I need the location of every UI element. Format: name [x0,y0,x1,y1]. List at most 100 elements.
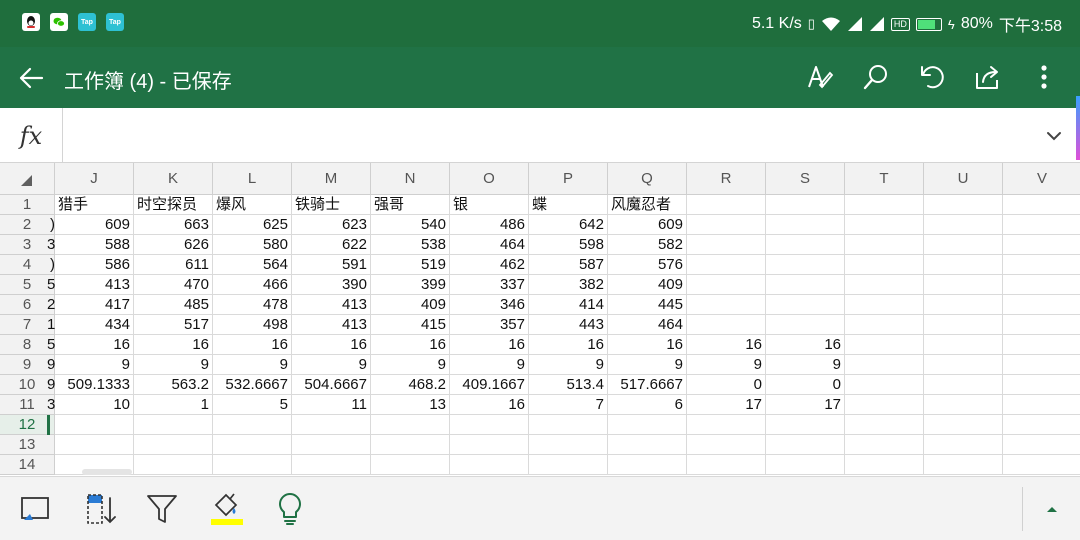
cell-r8[interactable]: 16 [687,335,766,355]
cell-s1[interactable] [766,195,845,215]
cell-o14[interactable] [450,455,529,475]
cell-r10[interactable]: 0 [687,375,766,395]
cell-k8[interactable]: 16 [134,335,213,355]
fill-color-button[interactable] [204,489,248,529]
cell-t3[interactable] [845,235,924,255]
cell-s3[interactable] [766,235,845,255]
cell-r6[interactable] [687,295,766,315]
cell-u9[interactable] [924,355,1003,375]
cell-t7[interactable] [845,315,924,335]
cell-r9[interactable]: 9 [687,355,766,375]
cell-u8[interactable] [924,335,1003,355]
cell-j12[interactable] [55,415,134,435]
cell-u2[interactable] [924,215,1003,235]
cell-p12[interactable] [529,415,608,435]
cell-r5[interactable] [687,275,766,295]
cell-p9[interactable]: 9 [529,355,608,375]
cell-p2[interactable]: 642 [529,215,608,235]
cell-r3[interactable] [687,235,766,255]
cell-p11[interactable]: 7 [529,395,608,415]
cell-t9[interactable] [845,355,924,375]
cell-q7[interactable]: 464 [608,315,687,335]
cell-r13[interactable] [687,435,766,455]
cell-k2[interactable]: 663 [134,215,213,235]
cell-v4[interactable] [1003,255,1080,275]
column-header-s[interactable]: S [766,163,845,195]
cell-u3[interactable] [924,235,1003,255]
cell-o9[interactable]: 9 [450,355,529,375]
cell-r4[interactable] [687,255,766,275]
cell-p4[interactable]: 587 [529,255,608,275]
column-header-n[interactable]: N [371,163,450,195]
cell-v7[interactable] [1003,315,1080,335]
expand-formula-button[interactable] [1044,126,1064,146]
cell-v3[interactable] [1003,235,1080,255]
cell-k9[interactable]: 9 [134,355,213,375]
cell-n11[interactable]: 13 [371,395,450,415]
cell-m10[interactable]: 504.6667 [292,375,371,395]
cell-o10[interactable]: 409.1667 [450,375,529,395]
cell-v1[interactable] [1003,195,1080,215]
cell-t5[interactable] [845,275,924,295]
cell-r12[interactable] [687,415,766,435]
cell-m7[interactable]: 413 [292,315,371,335]
cell-m5[interactable]: 390 [292,275,371,295]
cell-q1[interactable]: 风魔忍者 [608,195,687,215]
cell-m8[interactable]: 16 [292,335,371,355]
cell-v13[interactable] [1003,435,1080,455]
cell-t12[interactable] [845,415,924,435]
cell-t6[interactable] [845,295,924,315]
share-button[interactable] [970,59,1006,95]
filter-button[interactable] [140,489,184,529]
cell-s7[interactable] [766,315,845,335]
cell-p3[interactable]: 598 [529,235,608,255]
cell-p1[interactable]: 蝶 [529,195,608,215]
cell-t8[interactable] [845,335,924,355]
cell-s8[interactable]: 16 [766,335,845,355]
cell-k7[interactable]: 517 [134,315,213,335]
cell-k1[interactable]: 时空探员 [134,195,213,215]
row-header-14[interactable]: 14 [0,455,55,475]
ideas-button[interactable] [268,489,312,529]
cell-l1[interactable]: 爆风 [213,195,292,215]
cell-q2[interactable]: 609 [608,215,687,235]
select-all-corner[interactable] [0,163,55,195]
cell-m11[interactable]: 11 [292,395,371,415]
cell-m9[interactable]: 9 [292,355,371,375]
cell-r7[interactable] [687,315,766,335]
cell-r11[interactable]: 17 [687,395,766,415]
cell-s2[interactable] [766,215,845,235]
cell-v2[interactable] [1003,215,1080,235]
cell-u12[interactable] [924,415,1003,435]
cell-n9[interactable]: 9 [371,355,450,375]
cell-j3[interactable]: 588 [55,235,134,255]
formula-input[interactable] [64,108,1024,163]
cell-m2[interactable]: 623 [292,215,371,235]
cell-o6[interactable]: 346 [450,295,529,315]
cell-v8[interactable] [1003,335,1080,355]
cell-j8[interactable]: 16 [55,335,134,355]
cell-j9[interactable]: 9 [55,355,134,375]
cell-n12[interactable] [371,415,450,435]
cell-m6[interactable]: 413 [292,295,371,315]
cell-k10[interactable]: 563.2 [134,375,213,395]
undo-button[interactable] [914,59,950,95]
cell-r1[interactable] [687,195,766,215]
cell-n13[interactable] [371,435,450,455]
cell-s12[interactable] [766,415,845,435]
cell-n4[interactable]: 519 [371,255,450,275]
cell-q13[interactable] [608,435,687,455]
cell-l5[interactable]: 466 [213,275,292,295]
draw-button[interactable] [802,59,838,95]
cell-l8[interactable]: 16 [213,335,292,355]
cell-o3[interactable]: 464 [450,235,529,255]
cell-t10[interactable] [845,375,924,395]
cell-t14[interactable] [845,455,924,475]
row-header-1[interactable]: 1 [0,195,55,215]
sort-button[interactable] [78,489,122,529]
cell-q9[interactable]: 9 [608,355,687,375]
cell-l2[interactable]: 625 [213,215,292,235]
cell-v14[interactable] [1003,455,1080,475]
cell-q6[interactable]: 445 [608,295,687,315]
cell-u10[interactable] [924,375,1003,395]
